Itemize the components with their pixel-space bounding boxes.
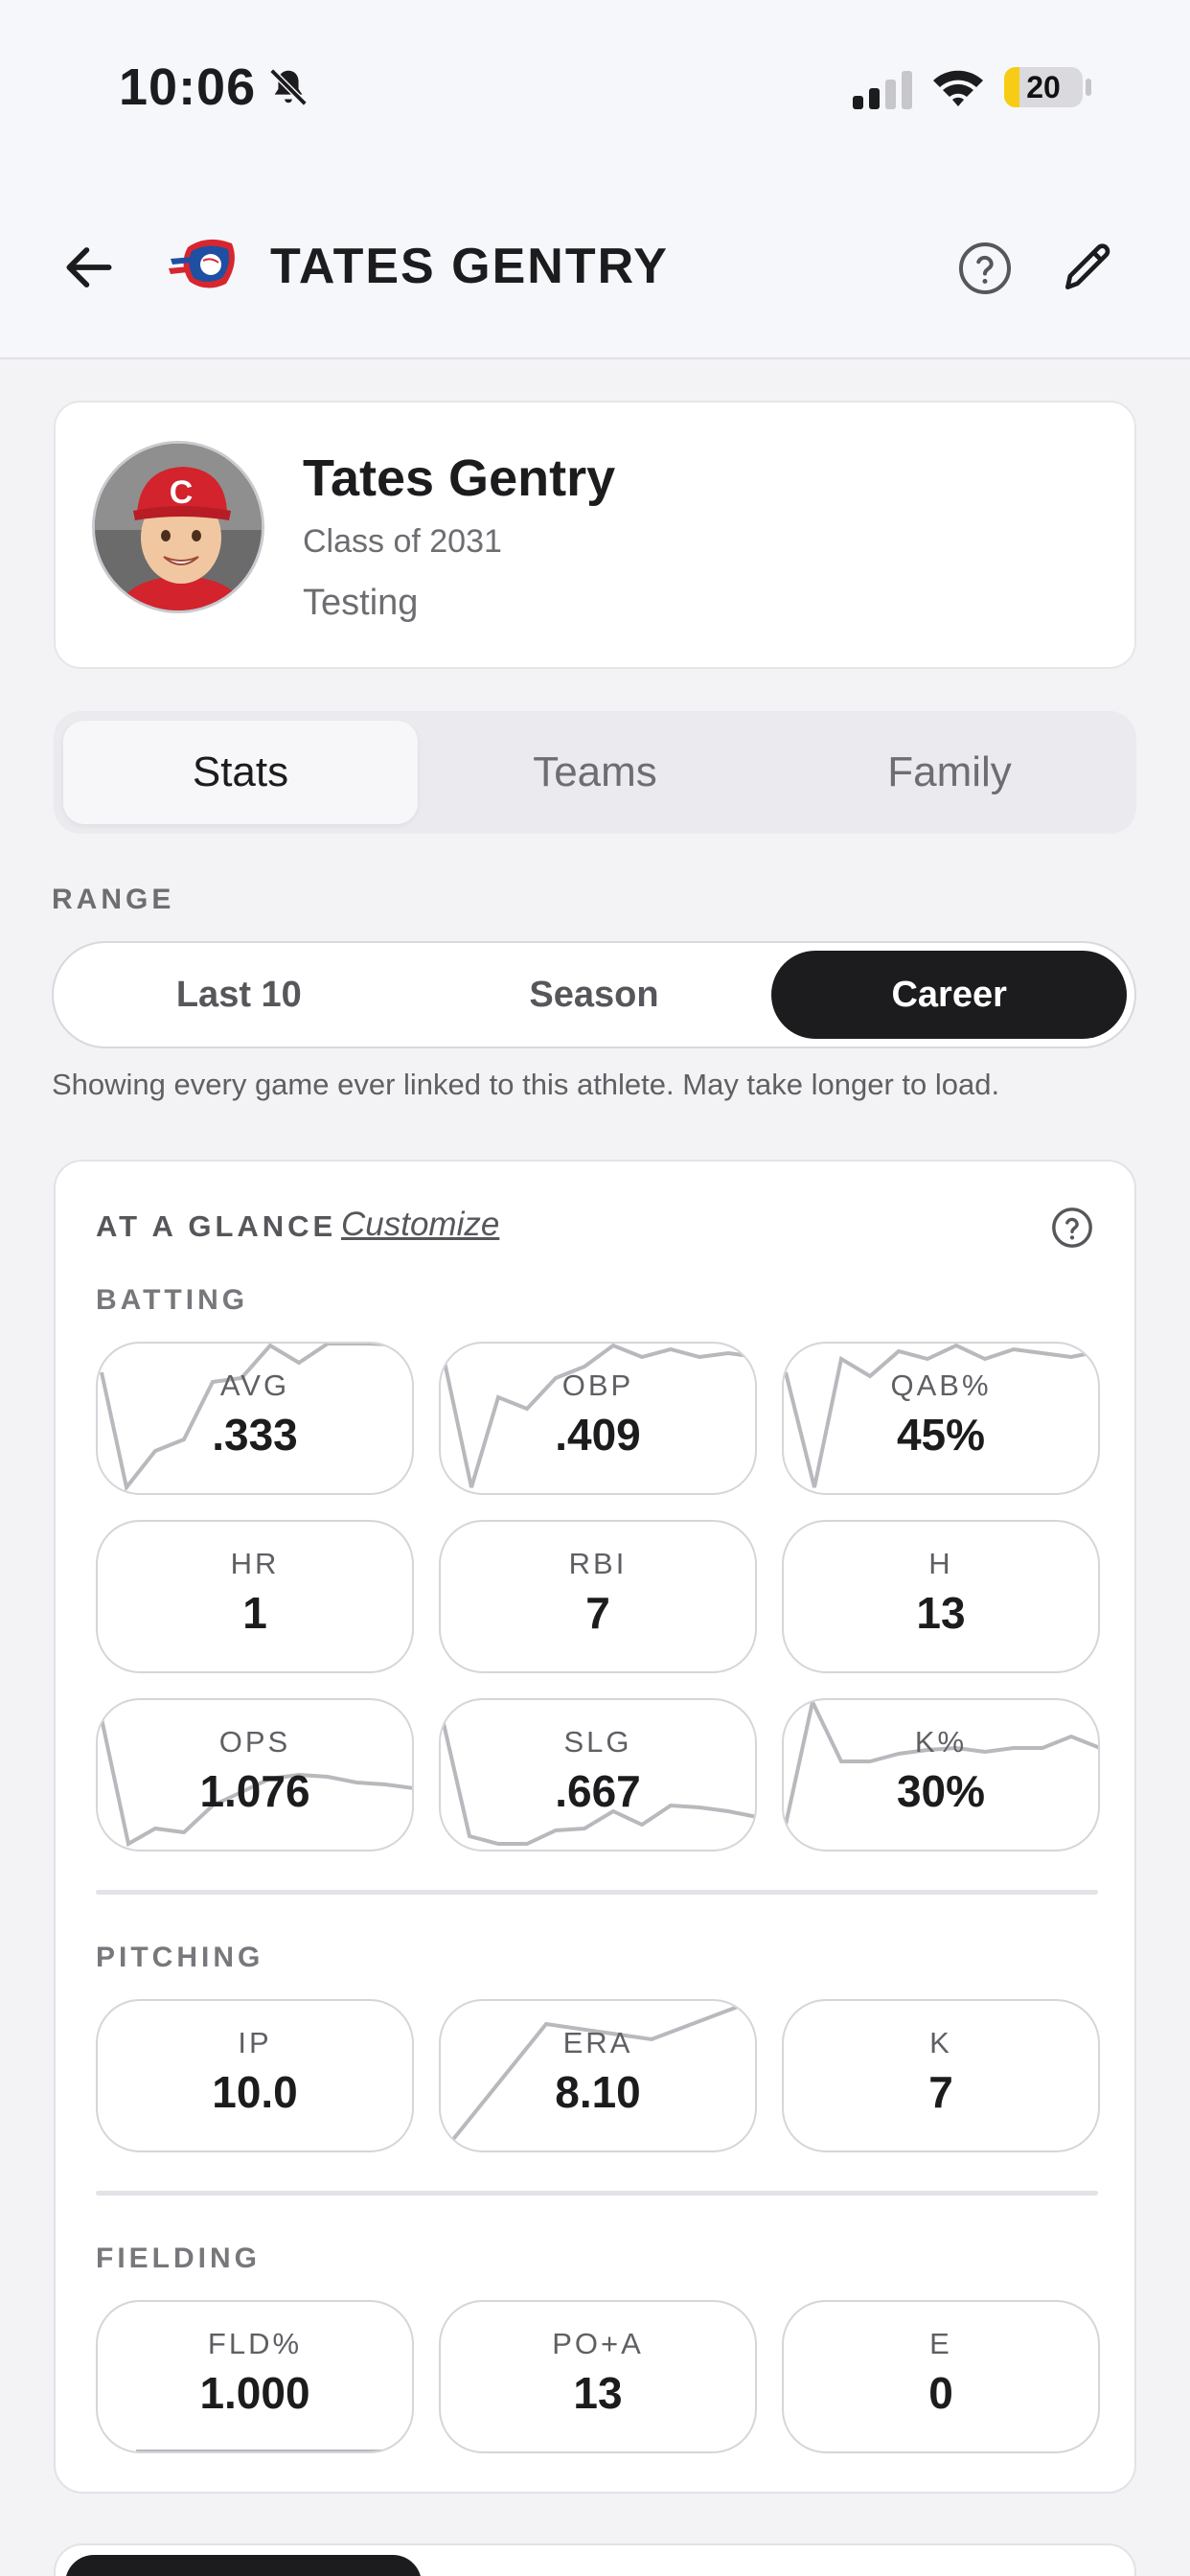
range-option-last-10[interactable]: Last 10 bbox=[61, 951, 417, 1039]
stat-tile-slg[interactable]: SLG .667 bbox=[439, 1698, 757, 1852]
section-label-pitching: PITCHING bbox=[96, 1942, 264, 1973]
stat-label: HR bbox=[230, 1547, 280, 1580]
stat-label: E bbox=[929, 2327, 952, 2360]
stat-label: AVG bbox=[219, 1368, 290, 1402]
page-title: TATES GENTRY bbox=[270, 239, 669, 294]
battery-percent: 20 bbox=[1026, 70, 1061, 104]
stat-tile-rbi[interactable]: RBI 7 bbox=[439, 1520, 757, 1673]
athlete-team: Testing bbox=[303, 583, 419, 623]
stat-tile-k[interactable]: K 7 bbox=[782, 1999, 1100, 2152]
section-label-batting: BATTING bbox=[96, 1284, 249, 1316]
stat-value: .409 bbox=[555, 1410, 641, 1460]
stat-label: ERA bbox=[562, 2026, 633, 2059]
stat-value: 13 bbox=[573, 2368, 623, 2418]
profile-tabs: Stats Teams Family bbox=[54, 711, 1136, 834]
stat-label: K bbox=[929, 2026, 952, 2059]
customize-link[interactable]: Customize bbox=[341, 1206, 499, 1244]
stat-tile-avg[interactable]: AVG .333 bbox=[96, 1342, 414, 1495]
tab-teams[interactable]: Teams bbox=[418, 721, 772, 824]
stat-label: H bbox=[928, 1547, 953, 1580]
athlete-profile-card: C Tates Gentry Class of 2031 Testing bbox=[54, 401, 1136, 669]
svg-text:C: C bbox=[170, 474, 194, 511]
avatar: C bbox=[92, 441, 264, 613]
stat-tile-hr[interactable]: HR 1 bbox=[96, 1520, 414, 1673]
battery-indicator: 20 bbox=[1004, 67, 1083, 107]
stat-label: QAB% bbox=[890, 1368, 992, 1402]
range-selector: Last 10 Season Career bbox=[52, 941, 1136, 1048]
stat-value: .333 bbox=[212, 1410, 298, 1460]
stat-label: K% bbox=[914, 1725, 968, 1759]
athlete-class-year: Class of 2031 bbox=[303, 523, 502, 560]
stat-value: 0 bbox=[928, 2368, 953, 2418]
wifi-icon bbox=[933, 70, 983, 106]
tab-family[interactable]: Family bbox=[772, 721, 1127, 824]
back-arrow-icon[interactable] bbox=[59, 238, 119, 297]
stat-value: 7 bbox=[928, 2067, 953, 2117]
section-divider bbox=[96, 1890, 1098, 1895]
stat-label: FLD% bbox=[207, 2327, 303, 2360]
stat-tile-e[interactable]: E 0 bbox=[782, 2300, 1100, 2453]
section-label-fielding: FIELDING bbox=[96, 2242, 261, 2274]
app-header: TATES GENTRY bbox=[0, 172, 1190, 359]
glance-title: AT A GLANCE bbox=[96, 1209, 337, 1243]
help-icon[interactable] bbox=[1050, 1206, 1094, 1250]
status-time: 10:06 bbox=[119, 58, 257, 116]
stat-label: SLG bbox=[563, 1725, 632, 1759]
stat-tile-qab[interactable]: QAB% 45% bbox=[782, 1342, 1100, 1495]
range-option-career[interactable]: Career bbox=[771, 951, 1128, 1039]
cellular-signal-icon bbox=[853, 71, 912, 109]
range-description: Showing every game ever linked to this a… bbox=[52, 1068, 1000, 1101]
stat-label: RBI bbox=[568, 1547, 628, 1580]
range-label: RANGE bbox=[52, 884, 175, 915]
stat-tile-obp[interactable]: OBP .409 bbox=[439, 1342, 757, 1495]
next-section-card bbox=[54, 2543, 1136, 2576]
stat-value: 1 bbox=[242, 1588, 267, 1638]
bell-muted-icon bbox=[269, 68, 308, 106]
battery-cap bbox=[1086, 79, 1091, 96]
stat-label: OBP bbox=[561, 1368, 634, 1402]
stat-label: PO+A bbox=[552, 2327, 644, 2360]
stat-value: 8.10 bbox=[555, 2067, 641, 2117]
stat-tile-h[interactable]: H 13 bbox=[782, 1520, 1100, 1673]
stat-value: .667 bbox=[555, 1766, 641, 1816]
status-bar: 10:06 20 bbox=[0, 0, 1190, 172]
stat-label: IP bbox=[238, 2026, 272, 2059]
athlete-name: Tates Gentry bbox=[303, 449, 616, 507]
at-a-glance-card: AT A GLANCE Customize BATTING AVG .333 O… bbox=[54, 1160, 1136, 2494]
tab-stats[interactable]: Stats bbox=[63, 721, 418, 824]
stat-label: OPS bbox=[218, 1725, 291, 1759]
section-divider bbox=[96, 2191, 1098, 2196]
stat-tile-k-pct[interactable]: K% 30% bbox=[782, 1698, 1100, 1852]
team-logo-icon bbox=[169, 239, 235, 288]
stat-tile-ops[interactable]: OPS 1.076 bbox=[96, 1698, 414, 1852]
stat-value: 45% bbox=[896, 1410, 986, 1460]
edit-pencil-icon[interactable] bbox=[1058, 238, 1117, 297]
stat-tile-fld-pct[interactable]: FLD% 1.000 bbox=[96, 2300, 414, 2453]
help-icon[interactable] bbox=[956, 240, 1014, 297]
stat-tile-era[interactable]: ERA 8.10 bbox=[439, 1999, 757, 2152]
stat-value: 30% bbox=[896, 1766, 986, 1816]
stat-tile-ip[interactable]: IP 10.0 bbox=[96, 1999, 414, 2152]
stat-value: 1.000 bbox=[199, 2368, 310, 2418]
range-option-season[interactable]: Season bbox=[417, 951, 772, 1039]
stat-value: 7 bbox=[585, 1588, 610, 1638]
segment-pill[interactable] bbox=[65, 2555, 422, 2576]
stat-value: 10.0 bbox=[212, 2067, 298, 2117]
stat-tile-po-a[interactable]: PO+A 13 bbox=[439, 2300, 757, 2453]
stat-value: 1.076 bbox=[199, 1766, 310, 1816]
stat-value: 13 bbox=[916, 1588, 966, 1638]
